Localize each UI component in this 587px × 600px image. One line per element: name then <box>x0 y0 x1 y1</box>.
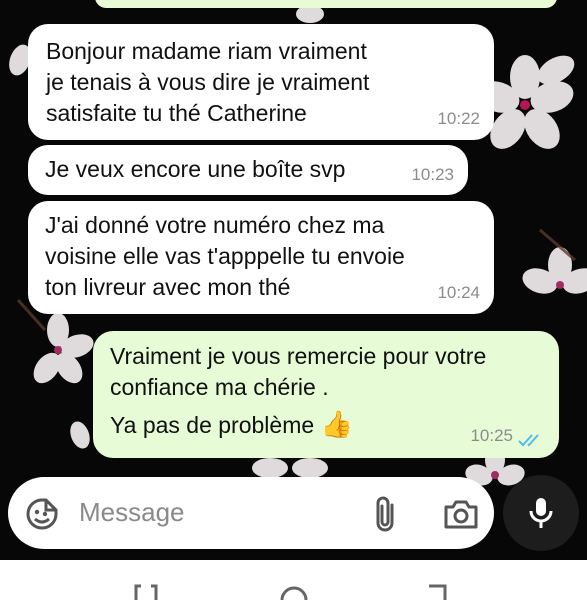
previous-message-bubble[interactable] <box>95 0 557 8</box>
message-text-line: Ya pas de problème <box>110 412 315 438</box>
message-bubble-incoming[interactable]: Je veux encore une boîte svp 10:23 <box>28 145 468 195</box>
read-receipt-icon <box>518 434 539 447</box>
message-time: 10:22 <box>437 109 480 128</box>
home-icon[interactable] <box>279 582 309 600</box>
mic-icon <box>529 498 553 528</box>
system-navigation-bar <box>0 560 587 600</box>
message-text: J'ai donné votre numéro chez ma voisine … <box>45 212 405 300</box>
message-bubble-incoming[interactable]: Bonjour madame riam vraiment je tenais à… <box>28 24 494 140</box>
recent-apps-icon[interactable] <box>133 582 159 600</box>
back-icon[interactable] <box>425 582 451 600</box>
message-bubble-incoming[interactable]: J'ai donné votre numéro chez ma voisine … <box>28 201 494 314</box>
message-time: 10:24 <box>437 283 480 302</box>
message-text: Bonjour madame riam vraiment je tenais à… <box>46 38 370 126</box>
thumbs-up-emoji: 👍 <box>320 409 353 439</box>
attach-icon[interactable] <box>372 495 398 533</box>
message-bubble-outgoing[interactable]: Vraiment je vous remercie pour votre con… <box>93 331 559 458</box>
message-time: 10:23 <box>411 165 454 184</box>
message-time: 10:25 <box>470 426 513 445</box>
camera-icon[interactable] <box>443 498 479 530</box>
message-text: Vraiment je vous remercie pour votre con… <box>110 343 487 400</box>
message-text: Je veux encore une boîte svp <box>45 156 346 182</box>
message-input[interactable]: Message <box>79 497 185 528</box>
chat-screen: Bonjour madame riam vraiment je tenais à… <box>0 0 587 600</box>
mic-button[interactable] <box>503 475 579 551</box>
emoji-icon[interactable] <box>25 497 59 531</box>
